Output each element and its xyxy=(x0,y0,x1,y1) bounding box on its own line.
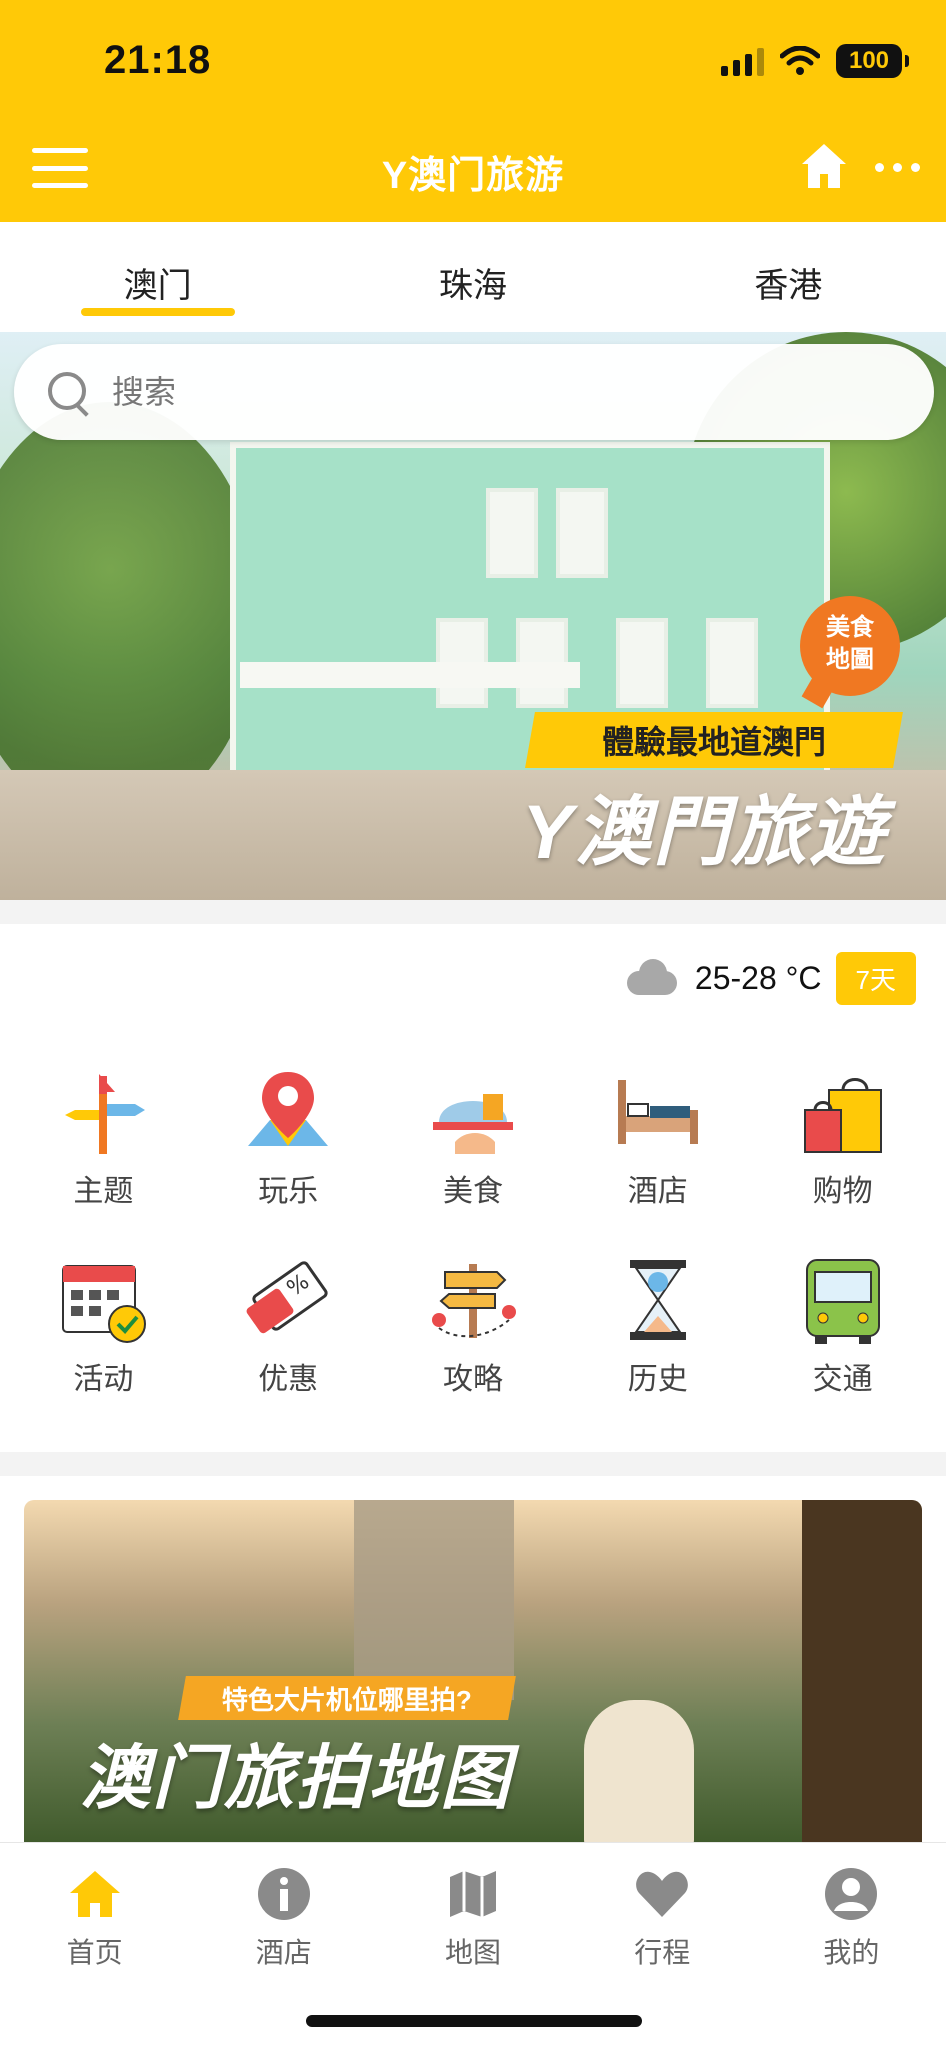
category-label: 玩乐 xyxy=(258,1175,319,1208)
info-icon xyxy=(257,1868,310,1920)
forecast-7day-button[interactable]: 7天 xyxy=(835,952,916,1005)
tab-zhuhai[interactable]: 珠海 xyxy=(315,222,630,332)
food-map-badge-line2: 地圖 xyxy=(826,646,874,673)
nav-label: 行程 xyxy=(634,1937,691,1968)
category-label: 活动 xyxy=(73,1363,134,1396)
status-time: 21:18 xyxy=(104,38,212,82)
category-label: 历史 xyxy=(627,1363,688,1396)
status-icons: 100 xyxy=(721,44,909,78)
promo-tag: 特色大片机位哪里拍? xyxy=(178,1676,516,1720)
category-label: 攻略 xyxy=(442,1363,503,1396)
category-shopping[interactable]: 购物 xyxy=(750,1064,935,1210)
nav-label: 地图 xyxy=(445,1937,502,1968)
cloud-rain-icon xyxy=(623,957,681,1001)
category-theme[interactable]: 主题 xyxy=(11,1064,196,1210)
shopping-bags-icon xyxy=(803,1078,882,1153)
map-icon xyxy=(450,1871,496,1917)
category-food[interactable]: 美食 xyxy=(381,1064,566,1210)
weather-temp: 25-28 °C xyxy=(694,960,822,996)
bus-icon xyxy=(805,1259,880,1344)
more-icon[interactable] xyxy=(875,163,920,172)
map-pin-icon xyxy=(248,1072,329,1146)
hero-slogan: 體驗最地道澳門 xyxy=(525,712,903,768)
category-guide[interactable]: 攻略 xyxy=(381,1252,566,1398)
category-label: 美食 xyxy=(442,1175,503,1208)
home-indicator xyxy=(306,2015,642,2027)
section-divider xyxy=(0,1452,946,1476)
app-header: 21:18 100 Y澳门旅游 xyxy=(0,0,946,222)
cellular-signal-icon xyxy=(721,46,764,76)
nav-profile[interactable]: 我的 xyxy=(757,1843,946,1973)
hero-slogan-text: 體驗最地道澳門 xyxy=(601,724,826,760)
food-tray-icon xyxy=(432,1094,513,1154)
weather-widget: 25-28 °C 7天 xyxy=(623,952,916,1005)
category-play[interactable]: 玩乐 xyxy=(196,1064,381,1210)
category-hotel[interactable]: 酒店 xyxy=(565,1064,750,1210)
food-map-badge-line1: 美食 xyxy=(826,614,874,641)
promo-title: 澳门旅拍地图 xyxy=(80,1739,512,1817)
bed-icon xyxy=(617,1080,698,1144)
home-icon xyxy=(69,1871,120,1917)
signpost-icon xyxy=(431,1264,516,1338)
wifi-icon xyxy=(780,46,820,75)
user-icon xyxy=(825,1868,878,1920)
category-history[interactable]: 历史 xyxy=(565,1252,750,1398)
category-label: 主题 xyxy=(73,1175,134,1208)
nav-label: 酒店 xyxy=(255,1937,312,1968)
direction-signs-icon xyxy=(65,1074,146,1154)
section-divider xyxy=(0,900,946,924)
bottom-nav: 首页 酒店 地图 行程 我的 xyxy=(0,1842,946,2048)
city-tabs: 澳门 珠海 香港 xyxy=(0,222,946,332)
nav-home[interactable]: 首页 xyxy=(0,1843,189,1973)
promo-tag-text: 特色大片机位哪里拍? xyxy=(222,1684,472,1715)
search-input[interactable] xyxy=(112,373,812,411)
nav-hotel[interactable]: 酒店 xyxy=(189,1843,378,1973)
nav-label: 首页 xyxy=(66,1937,123,1968)
search-bar[interactable] xyxy=(14,344,934,440)
search-icon xyxy=(44,368,92,416)
category-transport[interactable]: 交通 xyxy=(750,1252,935,1398)
category-label: 购物 xyxy=(812,1175,873,1208)
hourglass-icon xyxy=(629,1260,686,1340)
nav-map[interactable]: 地图 xyxy=(378,1843,567,1973)
tab-hongkong[interactable]: 香港 xyxy=(631,222,946,332)
battery-icon: 100 xyxy=(836,44,909,78)
nav-label: 我的 xyxy=(823,1937,880,1968)
hero-brand: Y澳門旅遊 xyxy=(522,790,887,875)
category-label: 酒店 xyxy=(627,1175,688,1208)
nav-itinerary[interactable]: 行程 xyxy=(568,1843,757,1973)
category-events[interactable]: 活动 xyxy=(11,1252,196,1398)
discount-ticket-icon: % xyxy=(246,1261,328,1334)
category-label: 交通 xyxy=(812,1363,873,1396)
food-map-badge[interactable]: 美食 地圖 xyxy=(800,596,900,696)
category-label: 优惠 xyxy=(258,1363,319,1396)
category-grid: 主题 玩乐 美食 酒店 购物 活动 % 优惠 攻略 历史 交通 xyxy=(11,1064,935,1398)
tab-macau[interactable]: 澳门 xyxy=(0,222,315,332)
heart-icon xyxy=(636,1871,689,1917)
category-discount[interactable]: % 优惠 xyxy=(196,1252,381,1398)
home-icon[interactable] xyxy=(798,140,850,192)
calendar-check-icon xyxy=(62,1265,147,1343)
